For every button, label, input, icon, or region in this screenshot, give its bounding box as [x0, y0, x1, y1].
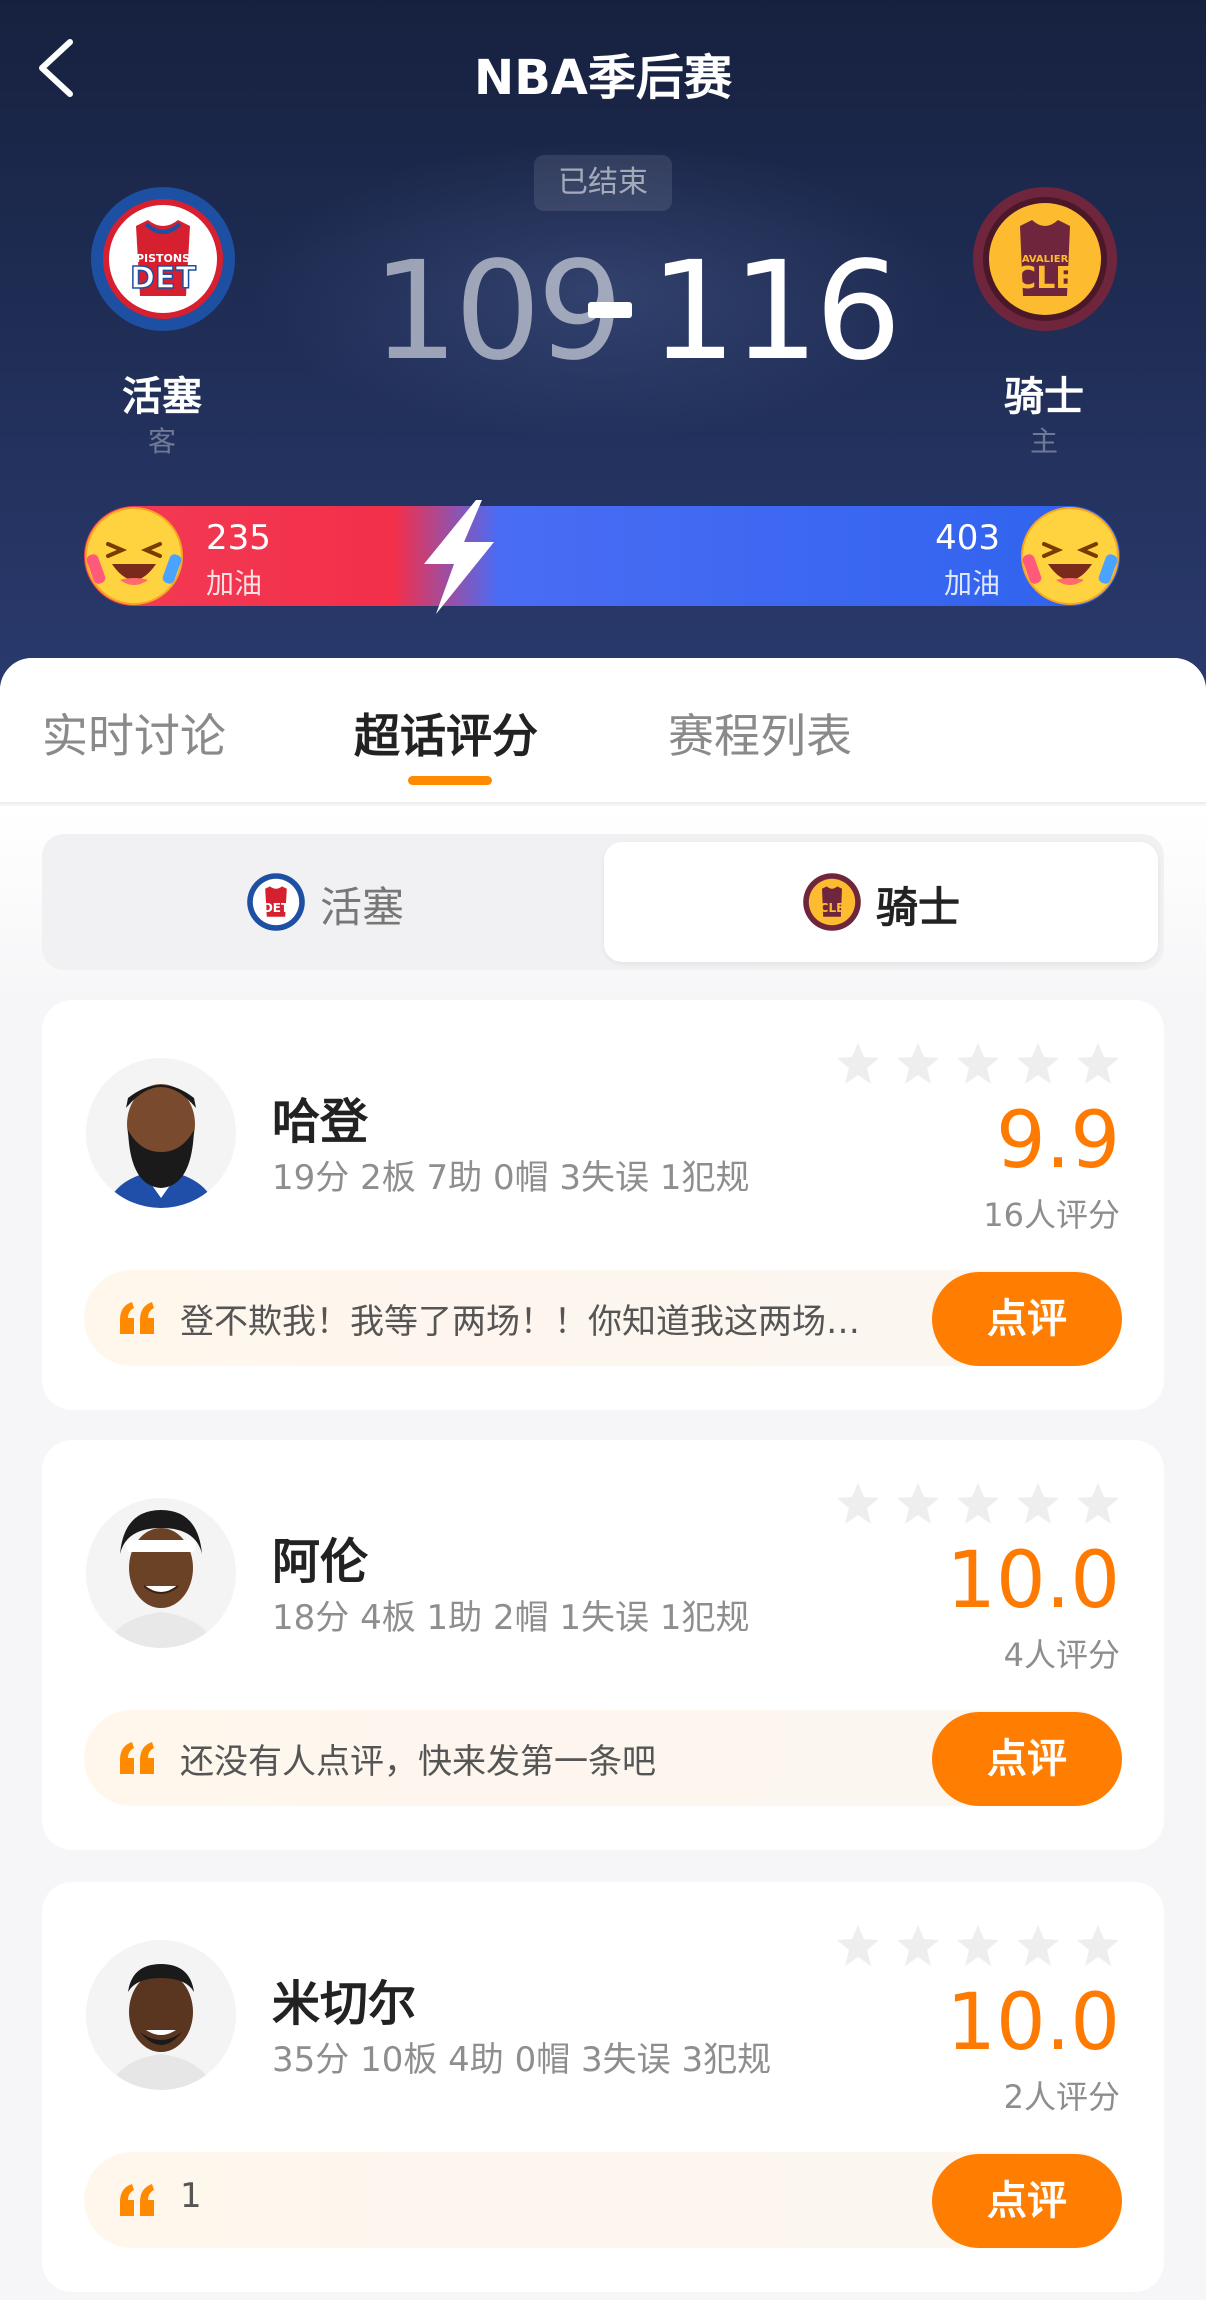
comment-text: 登不欺我！我等了两场！！你知道我这两场…	[180, 1302, 860, 1342]
away-team-name: 活塞	[122, 374, 202, 420]
review-button[interactable]: 点评	[932, 1272, 1122, 1366]
player-avatar[interactable]	[86, 1498, 236, 1648]
rating-stars[interactable]	[834, 1922, 1124, 1972]
review-button[interactable]: 点评	[932, 2154, 1122, 2248]
tab-ratings[interactable]: 超话评分	[354, 700, 538, 766]
score-separator	[588, 302, 632, 318]
away-team-role: 客	[147, 425, 176, 458]
logo-text: DET	[263, 901, 290, 915]
star-icon	[1077, 1483, 1119, 1524]
player-photo-icon	[86, 1058, 236, 1208]
logo-text: DET	[130, 261, 196, 296]
home-team-logo[interactable]: CAVALIERS CLE	[970, 184, 1120, 334]
away-cheer-label: 加油	[206, 567, 263, 600]
laughing-emoji-icon	[1021, 507, 1119, 605]
review-button[interactable]: 点评	[932, 1712, 1122, 1806]
pistons-logo-icon: PISTONS DET	[91, 187, 235, 331]
player-card: 哈登 19分 2板 7助 0帽 3失误 1犯规 9.9 16人评分 登不欺我！我…	[42, 1000, 1164, 1410]
player-avatar[interactable]	[86, 1058, 236, 1208]
laughing-emoji-icon	[85, 507, 183, 605]
player-photo-icon	[86, 1940, 236, 2090]
comment-text: 1	[180, 2176, 202, 2216]
pistons-logo-icon: DET	[247, 873, 305, 931]
home-cheer-button[interactable]	[1020, 506, 1120, 606]
away-score: 109	[372, 233, 624, 391]
star-icon	[957, 1043, 999, 1084]
player-rating: 10.0	[946, 1536, 1120, 1626]
player-name: 阿伦	[272, 1534, 369, 1590]
logo-text: CLE	[1014, 261, 1076, 296]
tab-schedule[interactable]: 赛程列表	[668, 700, 852, 766]
away-cheer-button[interactable]	[84, 506, 184, 606]
lightning-icon	[424, 500, 494, 614]
star-icon	[837, 1043, 879, 1084]
tab-live-discussion[interactable]: 实时讨论	[42, 700, 226, 766]
team-switch-away-label: 活塞	[320, 883, 405, 932]
star-icon	[1017, 1925, 1059, 1966]
home-cheer-label: 加油	[943, 567, 1000, 600]
player-card: 阿伦 18分 4板 1助 2帽 1失误 1犯规 10.0 4人评分 还没有人点评…	[42, 1440, 1164, 1850]
game-status-badge: 已结束	[534, 155, 672, 211]
star-icon	[897, 1925, 939, 1966]
player-photo-icon	[86, 1498, 236, 1648]
player-stats: 18分 4板 1助 2帽 1失误 1犯规	[272, 1598, 750, 1638]
rating-count: 4人评分	[1003, 1636, 1120, 1674]
home-team-role: 主	[1029, 425, 1058, 458]
star-icon	[957, 1483, 999, 1524]
star-icon	[837, 1483, 879, 1524]
star-icon	[1077, 1925, 1119, 1966]
away-team-logo[interactable]: PISTONS DET	[88, 184, 238, 334]
cavaliers-logo-icon: CLE	[803, 873, 861, 931]
rating-count: 2人评分	[1003, 2078, 1120, 2116]
player-rating: 9.9	[995, 1096, 1120, 1186]
player-avatar[interactable]	[86, 1940, 236, 2090]
player-stats: 35分 10板 4助 0帽 3失误 3犯规	[272, 2040, 772, 2080]
star-icon	[837, 1925, 879, 1966]
rating-count: 16人评分	[983, 1196, 1120, 1234]
rating-stars[interactable]	[834, 1480, 1124, 1530]
team-switch-home-label: 骑士	[876, 883, 961, 932]
quote-icon	[120, 2184, 154, 2216]
player-name: 哈登	[272, 1094, 369, 1150]
away-cheer-count: 235	[206, 518, 271, 558]
logo-text: CLE	[820, 901, 845, 915]
star-icon	[1017, 1043, 1059, 1084]
star-icon	[897, 1483, 939, 1524]
star-icon	[1017, 1483, 1059, 1524]
player-card: 米切尔 35分 10板 4助 0帽 3失误 3犯规 10.0 2人评分 1 点评	[42, 1882, 1164, 2292]
active-tab-indicator	[408, 776, 492, 785]
player-rating: 10.0	[946, 1978, 1120, 2068]
cavaliers-logo-icon: CAVALIERS CLE	[973, 187, 1117, 331]
rating-stars[interactable]	[834, 1040, 1124, 1090]
star-icon	[957, 1925, 999, 1966]
home-team-name: 骑士	[1004, 374, 1084, 420]
home-cheer-count: 403	[935, 518, 1000, 558]
star-icon	[897, 1043, 939, 1084]
quote-icon	[120, 1742, 154, 1774]
player-stats: 19分 2板 7助 0帽 3失误 1犯规	[272, 1158, 750, 1198]
quote-icon	[120, 1302, 154, 1334]
team-switch-home[interactable]: CLE 骑士	[604, 842, 1158, 962]
star-icon	[1077, 1043, 1119, 1084]
team-switch-away[interactable]: DET 活塞	[48, 842, 600, 962]
comment-text: 还没有人点评，快来发第一条吧	[180, 1742, 656, 1782]
page-title: NBA季后赛	[474, 50, 732, 106]
home-score: 116	[650, 233, 902, 391]
player-name: 米切尔	[272, 1976, 417, 2032]
